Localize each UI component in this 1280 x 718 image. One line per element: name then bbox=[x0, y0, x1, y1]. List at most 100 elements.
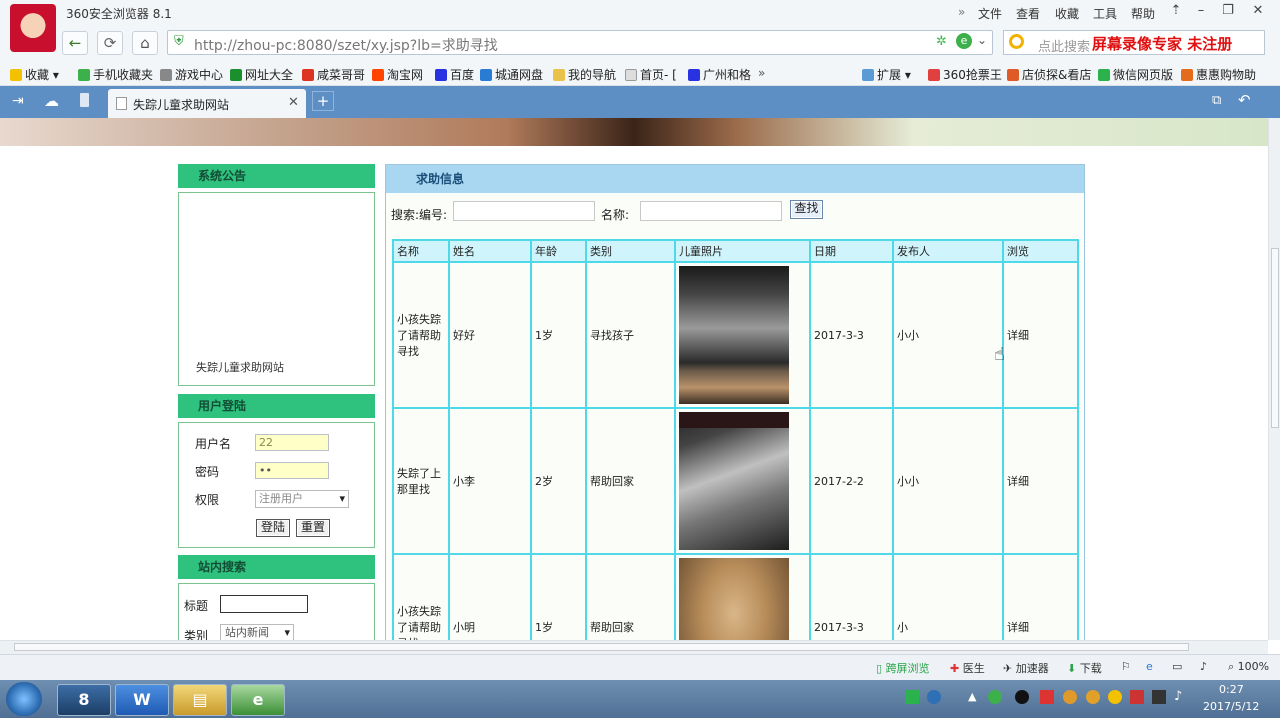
search-id-input[interactable] bbox=[453, 201, 595, 221]
vertical-scrollbar[interactable] bbox=[1268, 118, 1280, 640]
tray-360-icon[interactable] bbox=[988, 690, 1002, 704]
zoom-control[interactable]: ⌕ 100% bbox=[1228, 660, 1269, 674]
tab-active[interactable]: 失踪儿童求助网站 ✕ bbox=[108, 89, 306, 118]
search-title-input[interactable] bbox=[220, 595, 308, 613]
clock-date[interactable]: 2017/5/12 bbox=[1203, 700, 1259, 713]
taskbar-app-explorer[interactable]: ▤ bbox=[173, 684, 227, 716]
child-photo[interactable] bbox=[679, 412, 789, 550]
chevron-down-icon[interactable]: ⌄ bbox=[977, 33, 987, 47]
minimize-button[interactable]: – bbox=[1190, 3, 1212, 21]
fav-directory[interactable]: 网址大全 bbox=[230, 66, 293, 83]
tray-tiger2-icon[interactable] bbox=[1086, 690, 1100, 704]
menu-view[interactable]: 查看 bbox=[1016, 5, 1040, 22]
ie-mode-icon[interactable]: e bbox=[956, 33, 972, 49]
clock-time[interactable]: 0:27 bbox=[1219, 683, 1244, 696]
fav-dianzhentan[interactable]: 店侦探&看店 bbox=[1007, 66, 1091, 83]
ie-icon[interactable]: e bbox=[1146, 660, 1153, 673]
network-icon[interactable] bbox=[1152, 690, 1166, 704]
login-button[interactable]: 登陆 bbox=[256, 519, 290, 537]
taskbar-app-browser[interactable]: e bbox=[231, 684, 285, 716]
favorites-menu[interactable]: 收藏 ▾ bbox=[10, 66, 59, 83]
row-detail-link[interactable]: 详细 bbox=[1002, 407, 1079, 555]
paw-icon bbox=[688, 69, 700, 81]
accelerator-button[interactable]: ✈ 加速器 bbox=[1003, 660, 1049, 676]
help-tray-icon[interactable] bbox=[927, 690, 941, 704]
speaker-icon[interactable]: ♪ bbox=[1200, 660, 1207, 673]
pin-icon[interactable]: ⇡ bbox=[1165, 3, 1187, 21]
fav-tickets[interactable]: 360抢票王 bbox=[928, 66, 1002, 83]
tray-expand-icon[interactable]: ▲ bbox=[968, 690, 976, 703]
tab-close-icon[interactable]: ✕ bbox=[288, 95, 299, 110]
extensions-menu[interactable]: 扩展 ▾ bbox=[862, 66, 911, 83]
start-button[interactable] bbox=[6, 682, 42, 716]
horizontal-scrollbar[interactable] bbox=[0, 640, 1268, 654]
more-favorites-icon[interactable]: » bbox=[758, 66, 765, 80]
menu-favorites[interactable]: 收藏 bbox=[1055, 5, 1079, 22]
new-tab-button[interactable]: + bbox=[312, 91, 334, 111]
tray-security-icon[interactable] bbox=[1040, 690, 1054, 704]
reset-button[interactable]: 重置 bbox=[296, 519, 330, 537]
tray-tiger-icon[interactable] bbox=[1063, 690, 1077, 704]
fav-ctdisk[interactable]: 城通网盘 bbox=[480, 66, 543, 83]
login-box: 用户名 22 密码 •• 权限 注册用户 ▾ 登陆 重置 bbox=[178, 422, 375, 548]
browser-titlebar: 360安全浏览器 8.1 » 文件 查看 收藏 工具 帮助 ⇡ – ❐ ✕ bbox=[0, 0, 1280, 52]
fav-wechat[interactable]: 微信网页版 bbox=[1098, 66, 1173, 83]
hscroll-thumb[interactable] bbox=[14, 643, 1189, 651]
search-category-select[interactable]: 站内新闻 ▾ bbox=[220, 624, 294, 640]
fav-nav[interactable]: 我的导航 bbox=[553, 66, 616, 83]
back-button[interactable]: ← bbox=[62, 31, 88, 55]
refresh-button[interactable]: ⟳ bbox=[97, 31, 123, 55]
login-title: 用户登陆 bbox=[178, 394, 375, 418]
cloud-icon[interactable]: ☁ bbox=[44, 92, 59, 110]
find-button[interactable]: 查找 bbox=[790, 200, 823, 219]
fav-home[interactable]: 首页- [ bbox=[625, 66, 677, 83]
menu-file[interactable]: 文件 bbox=[978, 5, 1002, 22]
taskbar-app-recorder[interactable]: 8 bbox=[57, 684, 111, 716]
row-detail-link[interactable]: 详细 bbox=[1002, 261, 1079, 409]
fav-xiancai[interactable]: 咸菜哥哥 bbox=[302, 66, 365, 83]
tab-overview-icon[interactable]: ⧉ bbox=[1212, 93, 1221, 108]
home-button[interactable]: ⌂ bbox=[132, 31, 158, 55]
window-icon[interactable]: ▭ bbox=[1172, 660, 1182, 673]
phone-icon[interactable] bbox=[80, 93, 89, 107]
cross-screen-button[interactable]: ▯ 跨屏浏览 bbox=[876, 660, 930, 676]
tray-app2-icon[interactable] bbox=[1130, 690, 1144, 704]
fav-guangzhou[interactable]: 广州和格 bbox=[688, 66, 751, 83]
tray-star-icon[interactable] bbox=[1108, 690, 1122, 704]
volume-icon[interactable]: ♪ bbox=[1174, 689, 1182, 704]
qq-icon[interactable] bbox=[1015, 690, 1029, 704]
menu-tools[interactable]: 工具 bbox=[1093, 5, 1117, 22]
address-bar[interactable]: ⛨ http://zhou-pc:8080/szet/xy.jsp?lb=求助寻… bbox=[167, 30, 993, 55]
tab-bar: ⇥ ☁ 失踪儿童求助网站 ✕ + ⧉ ↶ bbox=[0, 86, 1280, 118]
site-search-title: 站内搜索 bbox=[178, 555, 375, 579]
flag-icon[interactable]: ⚐ bbox=[1121, 660, 1131, 673]
child-photo[interactable] bbox=[679, 558, 789, 640]
row-detail-link[interactable]: 详细 bbox=[1002, 553, 1079, 640]
fav-baidu[interactable]: 百度 bbox=[435, 66, 474, 83]
role-select[interactable]: 注册用户 ▾ bbox=[255, 490, 349, 508]
scroll-thumb[interactable] bbox=[1271, 248, 1279, 428]
sidebar-toggle-icon[interactable]: ⇥ bbox=[12, 93, 24, 109]
child-photo[interactable] bbox=[679, 266, 789, 404]
undo-close-icon[interactable]: ↶ bbox=[1238, 91, 1251, 109]
fav-mobile[interactable]: 手机收藏夹 bbox=[78, 66, 153, 83]
fav-games[interactable]: 游戏中心 bbox=[160, 66, 223, 83]
fav-huihui[interactable]: 惠惠购物助 bbox=[1181, 66, 1256, 83]
password-input[interactable]: •• bbox=[255, 462, 329, 479]
chevron-double-icon[interactable]: » bbox=[958, 5, 965, 19]
search-name-input[interactable] bbox=[640, 201, 782, 221]
download-button[interactable]: ⬇ 下载 bbox=[1067, 660, 1102, 676]
fav-taobao[interactable]: 淘宝网 bbox=[372, 66, 423, 83]
search-engine-icon[interactable] bbox=[1009, 34, 1024, 49]
user-avatar[interactable] bbox=[10, 4, 56, 52]
search-input[interactable]: 点此搜索 屏幕录像专家 未注册 bbox=[1003, 30, 1265, 55]
menu-help[interactable]: 帮助 bbox=[1131, 5, 1155, 22]
taskbar-app-word[interactable]: W bbox=[115, 684, 169, 716]
restore-button[interactable]: ❐ bbox=[1217, 3, 1239, 21]
close-button[interactable]: ✕ bbox=[1247, 3, 1269, 21]
site-search-panel: 站内搜索 标题 类别 站内新闻 ▾ bbox=[178, 555, 375, 640]
tray-app-icon[interactable] bbox=[905, 690, 919, 704]
role-label: 权限 bbox=[195, 493, 220, 507]
doctor-button[interactable]: ✚ 医生 bbox=[950, 660, 985, 676]
username-input[interactable]: 22 bbox=[255, 434, 329, 451]
